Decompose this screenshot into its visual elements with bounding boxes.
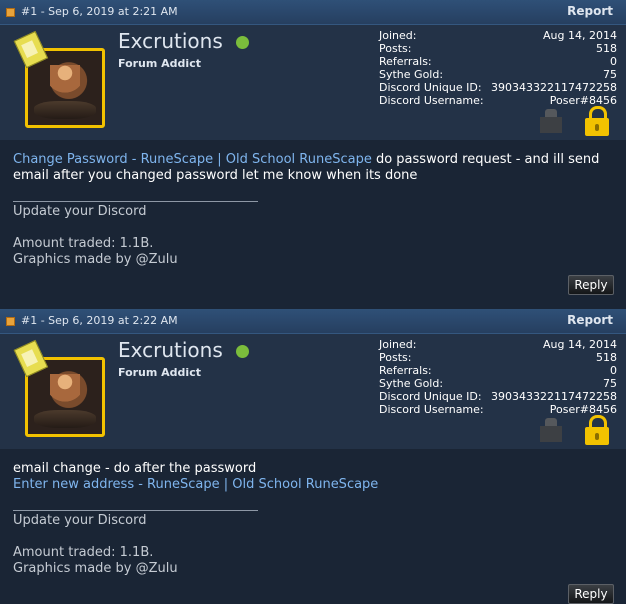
- stat-sythe-gold: Sythe Gold: 75: [379, 68, 617, 81]
- user-stats: Joined: Aug 14, 2014 Posts: 518 Referrals:…: [379, 29, 617, 107]
- stat-value: Aug 14, 2014: [543, 338, 617, 351]
- avatar-base: [34, 101, 96, 119]
- user-title: Forum Addict: [118, 366, 201, 379]
- stat-discord-id: Discord Unique ID: 390343322117472258: [379, 390, 617, 403]
- signature-line: Update your Discord: [13, 204, 147, 219]
- signature-line: Amount traded: 1.1B.: [13, 236, 154, 251]
- stat-value: 75: [603, 377, 617, 390]
- stat-referrals: Referrals: 0: [379, 55, 617, 68]
- stat-label: Sythe Gold:: [379, 377, 444, 390]
- signature-divider: [13, 201, 258, 202]
- post-body: email change - do after the password Ent…: [13, 461, 613, 493]
- avatar-figure: [50, 65, 80, 105]
- stat-label: Discord Unique ID:: [379, 81, 482, 94]
- signature-line: Graphics made by @Zulu: [13, 252, 178, 267]
- stat-joined: Joined: Aug 14, 2014: [379, 338, 617, 351]
- security-icon: [540, 109, 562, 135]
- post-header: #1 - Sep 6, 2019 at 2:21 AM Report: [0, 0, 626, 25]
- signature-line: Amount traded: 1.1B.: [13, 545, 154, 560]
- stat-value[interactable]: 518: [596, 351, 617, 364]
- avatar-figure: [50, 374, 80, 414]
- signature-line: Graphics made by @Zulu: [13, 561, 178, 576]
- user-info-bar: Excrutions Forum Addict Joined: Aug 14, 2…: [0, 25, 626, 140]
- stat-value: 390343322117472258: [491, 81, 617, 94]
- stat-label: Sythe Gold:: [379, 68, 444, 81]
- avatar-base: [34, 410, 96, 428]
- avatar-group[interactable]: [13, 30, 107, 128]
- post-header: #1 - Sep 6, 2019 at 2:22 AM Report: [0, 309, 626, 334]
- stat-label: Discord Unique ID:: [379, 390, 482, 403]
- user-info-bar: Excrutions Forum Addict Joined: Aug 14, 2…: [0, 334, 626, 449]
- reply-button[interactable]: Reply: [568, 584, 614, 604]
- user-title: Forum Addict: [118, 57, 201, 70]
- stat-label: Joined:: [379, 29, 417, 42]
- lock-icon: [585, 415, 609, 445]
- stat-label: Posts:: [379, 42, 412, 55]
- stat-discord-username: Discord Username: Poser#8456: [379, 94, 617, 107]
- avatar-group[interactable]: [13, 339, 107, 437]
- report-link[interactable]: Report: [567, 313, 613, 327]
- stat-posts: Posts: 518: [379, 42, 617, 55]
- stat-value: 75: [603, 68, 617, 81]
- stat-sythe-gold: Sythe Gold: 75: [379, 377, 617, 390]
- online-status-icon: [236, 345, 249, 358]
- username[interactable]: Excrutions: [118, 338, 223, 362]
- post-body-text: email change - do after the password: [13, 461, 257, 476]
- stat-label: Discord Username:: [379, 403, 484, 416]
- stat-value: 390343322117472258: [491, 390, 617, 403]
- stat-value: Aug 14, 2014: [543, 29, 617, 42]
- online-status-icon: [236, 36, 249, 49]
- post-1: #1 - Sep 6, 2019 at 2:21 AM Report Excru…: [0, 0, 626, 309]
- post-meta[interactable]: #1 - Sep 6, 2019 at 2:21 AM: [21, 5, 178, 18]
- post-body-link[interactable]: Enter new address - RuneScape | Old Scho…: [13, 477, 378, 492]
- stat-referrals: Referrals: 0: [379, 364, 617, 377]
- stat-label: Discord Username:: [379, 94, 484, 107]
- security-icon: [540, 418, 562, 444]
- stat-value[interactable]: 518: [596, 42, 617, 55]
- username[interactable]: Excrutions: [118, 29, 223, 53]
- stat-discord-username: Discord Username: Poser#8456: [379, 403, 617, 416]
- signature-divider: [13, 510, 258, 511]
- stat-discord-id: Discord Unique ID: 390343322117472258: [379, 81, 617, 94]
- stat-joined: Joined: Aug 14, 2014: [379, 29, 617, 42]
- report-link[interactable]: Report: [567, 4, 613, 18]
- stat-label: Joined:: [379, 338, 417, 351]
- post-meta[interactable]: #1 - Sep 6, 2019 at 2:22 AM: [21, 314, 178, 327]
- stat-label: Referrals:: [379, 55, 432, 68]
- lock-icon: [585, 106, 609, 136]
- post-body-link[interactable]: Change Password - RuneScape | Old School…: [13, 152, 372, 167]
- reply-button[interactable]: Reply: [568, 275, 614, 295]
- stat-value: 0: [610, 364, 617, 377]
- signature-line: Update your Discord: [13, 513, 147, 528]
- user-stats: Joined: Aug 14, 2014 Posts: 518 Referrals:…: [379, 338, 617, 416]
- stat-label: Posts:: [379, 351, 412, 364]
- stat-label: Referrals:: [379, 364, 432, 377]
- post-body: Change Password - RuneScape | Old School…: [13, 152, 613, 184]
- stat-posts: Posts: 518: [379, 351, 617, 364]
- post-icon: [6, 8, 15, 17]
- stat-value: 0: [610, 55, 617, 68]
- post-icon: [6, 317, 15, 326]
- post-2: #1 - Sep 6, 2019 at 2:22 AM Report Excru…: [0, 309, 626, 604]
